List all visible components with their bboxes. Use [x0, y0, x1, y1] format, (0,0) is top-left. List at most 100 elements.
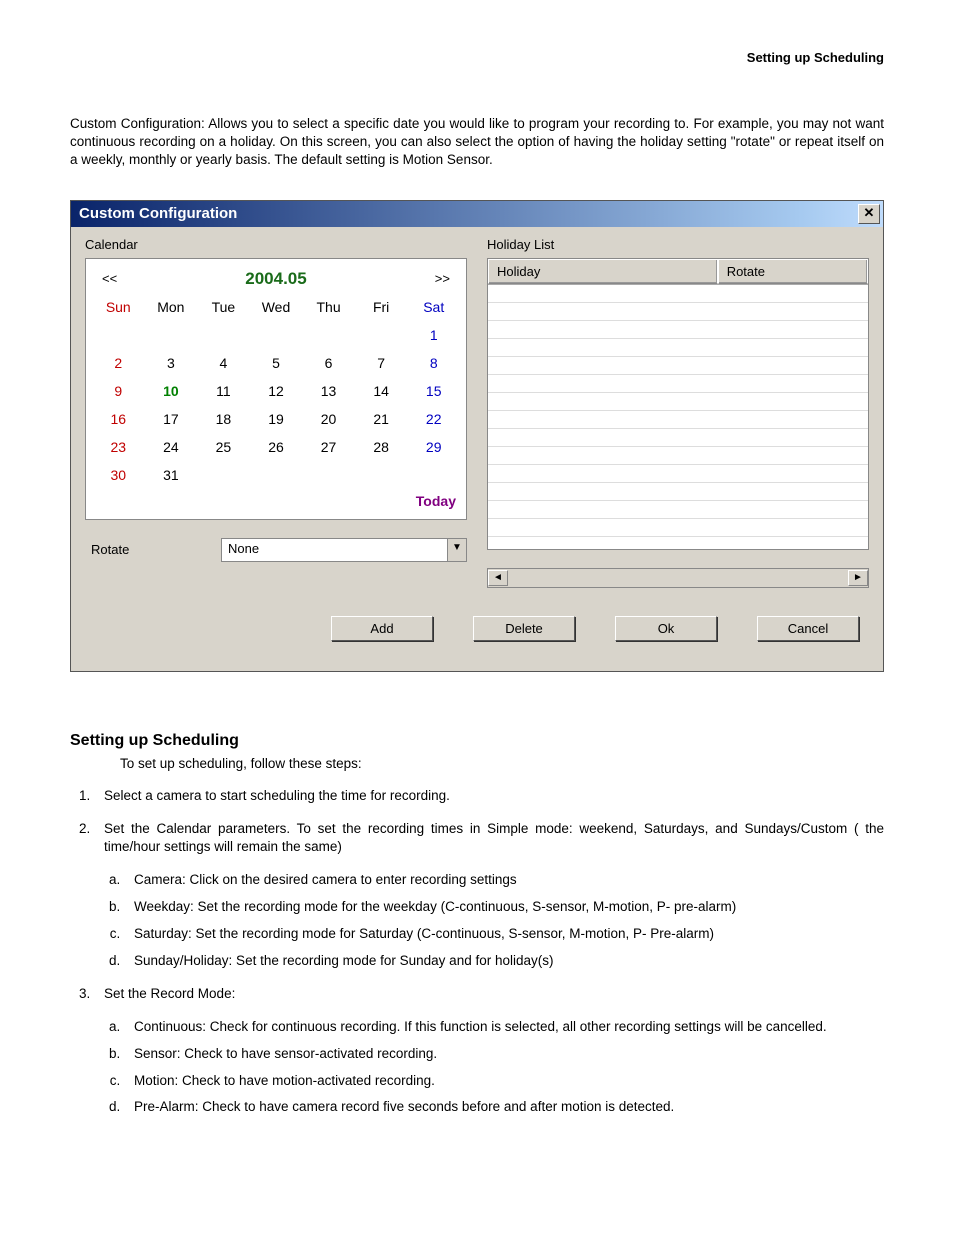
dow-header: Sun — [92, 299, 145, 315]
holiday-listbox[interactable]: Holiday Rotate — [487, 258, 869, 550]
chevron-down-icon: ▼ — [447, 539, 466, 561]
calendar-day[interactable]: 6 — [302, 355, 355, 371]
list-row[interactable] — [488, 411, 868, 429]
calendar-day[interactable]: 12 — [250, 383, 303, 399]
list-row[interactable] — [488, 339, 868, 357]
step-3-sublist: Continuous: Check for continuous recordi… — [124, 1018, 884, 1118]
calendar-day[interactable]: 25 — [197, 439, 250, 455]
add-button[interactable]: Add — [331, 616, 433, 641]
steps-list: Select a camera to start scheduling the … — [94, 787, 884, 1118]
list-row[interactable] — [488, 303, 868, 321]
calendar-day — [302, 467, 355, 483]
calendar-day[interactable]: 4 — [197, 355, 250, 371]
calendar-day[interactable]: 13 — [302, 383, 355, 399]
step-1: Select a camera to start scheduling the … — [94, 787, 884, 806]
col-header-rotate[interactable]: Rotate — [718, 259, 868, 284]
rotate-value: None — [222, 539, 447, 561]
list-row[interactable] — [488, 447, 868, 465]
calendar-day[interactable]: 15 — [407, 383, 460, 399]
list-row[interactable] — [488, 285, 868, 303]
calendar-day[interactable]: 20 — [302, 411, 355, 427]
close-button[interactable]: ✕ — [858, 204, 880, 224]
list-row[interactable] — [488, 375, 868, 393]
calendar-day — [355, 327, 408, 343]
calendar-day[interactable]: 26 — [250, 439, 303, 455]
calendar-day[interactable]: 11 — [197, 383, 250, 399]
dow-header: Fri — [355, 299, 408, 315]
substep: Sunday/Holiday: Set the recording mode f… — [124, 952, 884, 971]
calendar-grid: SunMonTueWedThuFriSat1234567891011121314… — [88, 293, 464, 493]
calendar-day[interactable]: 17 — [145, 411, 198, 427]
calendar-day[interactable]: 9 — [92, 383, 145, 399]
list-row[interactable] — [488, 393, 868, 411]
intro-paragraph: Custom Configuration: Allows you to sele… — [70, 115, 884, 170]
dow-header: Thu — [302, 299, 355, 315]
substep: Pre-Alarm: Check to have camera record f… — [124, 1098, 884, 1117]
calendar-day[interactable]: 18 — [197, 411, 250, 427]
list-row[interactable] — [488, 519, 868, 537]
calendar-day[interactable]: 1 — [407, 327, 460, 343]
calendar-day[interactable]: 22 — [407, 411, 460, 427]
calendar-day[interactable]: 5 — [250, 355, 303, 371]
list-row[interactable] — [488, 465, 868, 483]
rotate-label: Rotate — [85, 542, 201, 557]
substep: Saturday: Set the recording mode for Sat… — [124, 925, 884, 944]
calendar-day[interactable]: 2 — [92, 355, 145, 371]
calendar-day — [197, 467, 250, 483]
step-3: Set the Record Mode: Continuous: Check f… — [94, 985, 884, 1117]
calendar-day[interactable]: 31 — [145, 467, 198, 483]
calendar-day[interactable]: 29 — [407, 439, 460, 455]
dow-header: Tue — [197, 299, 250, 315]
scroll-right-icon[interactable]: ► — [848, 570, 868, 586]
dialog-titlebar: Custom Configuration ✕ — [71, 201, 883, 227]
calendar-day[interactable]: 3 — [145, 355, 198, 371]
calendar-day[interactable]: 27 — [302, 439, 355, 455]
calendar-day — [407, 467, 460, 483]
dow-header: Mon — [145, 299, 198, 315]
list-row[interactable] — [488, 483, 868, 501]
calendar-day — [92, 327, 145, 343]
calendar-day[interactable]: 30 — [92, 467, 145, 483]
substep: Weekday: Set the recording mode for the … — [124, 898, 884, 917]
scroll-left-icon[interactable]: ◄ — [488, 570, 508, 586]
calendar-day[interactable]: 14 — [355, 383, 408, 399]
dow-header: Sat — [407, 299, 460, 315]
rotate-select[interactable]: None ▼ — [221, 538, 467, 562]
calendar-day[interactable]: 10 — [145, 383, 198, 399]
section-heading: Setting up Scheduling — [70, 732, 884, 750]
calendar-day[interactable]: 23 — [92, 439, 145, 455]
holiday-list-label: Holiday List — [487, 237, 869, 252]
substep: Sensor: Check to have sensor-activated r… — [124, 1045, 884, 1064]
custom-config-dialog: Custom Configuration ✕ Calendar << 2004.… — [70, 200, 884, 672]
prev-month-button[interactable]: << — [94, 271, 125, 286]
cancel-button[interactable]: Cancel — [757, 616, 859, 641]
calendar-day[interactable]: 28 — [355, 439, 408, 455]
calendar-day[interactable]: 21 — [355, 411, 408, 427]
ok-button[interactable]: Ok — [615, 616, 717, 641]
calendar-day — [355, 467, 408, 483]
calendar-day — [145, 327, 198, 343]
today-link[interactable]: Today — [88, 493, 464, 515]
horizontal-scrollbar[interactable]: ◄ ► — [487, 568, 869, 588]
calendar-day[interactable]: 8 — [407, 355, 460, 371]
substep: Motion: Check to have motion-activated r… — [124, 1072, 884, 1091]
step-2: Set the Calendar parameters. To set the … — [94, 820, 884, 971]
step-2-text: Set the Calendar parameters. To set the … — [104, 821, 884, 855]
calendar-day[interactable]: 7 — [355, 355, 408, 371]
dialog-title: Custom Configuration — [79, 205, 237, 222]
calendar-day[interactable]: 24 — [145, 439, 198, 455]
calendar-day[interactable]: 16 — [92, 411, 145, 427]
col-header-holiday[interactable]: Holiday — [488, 259, 718, 284]
delete-button[interactable]: Delete — [473, 616, 575, 641]
list-row[interactable] — [488, 501, 868, 519]
calendar-month: 2004.05 — [245, 269, 306, 289]
section-lead: To set up scheduling, follow these steps… — [120, 756, 884, 771]
list-row[interactable] — [488, 357, 868, 375]
next-month-button[interactable]: >> — [427, 271, 458, 286]
calendar-day — [197, 327, 250, 343]
page-header: Setting up Scheduling — [70, 50, 884, 65]
calendar-day[interactable]: 19 — [250, 411, 303, 427]
step-3-text: Set the Record Mode: — [104, 986, 235, 1001]
list-row[interactable] — [488, 429, 868, 447]
list-row[interactable] — [488, 321, 868, 339]
